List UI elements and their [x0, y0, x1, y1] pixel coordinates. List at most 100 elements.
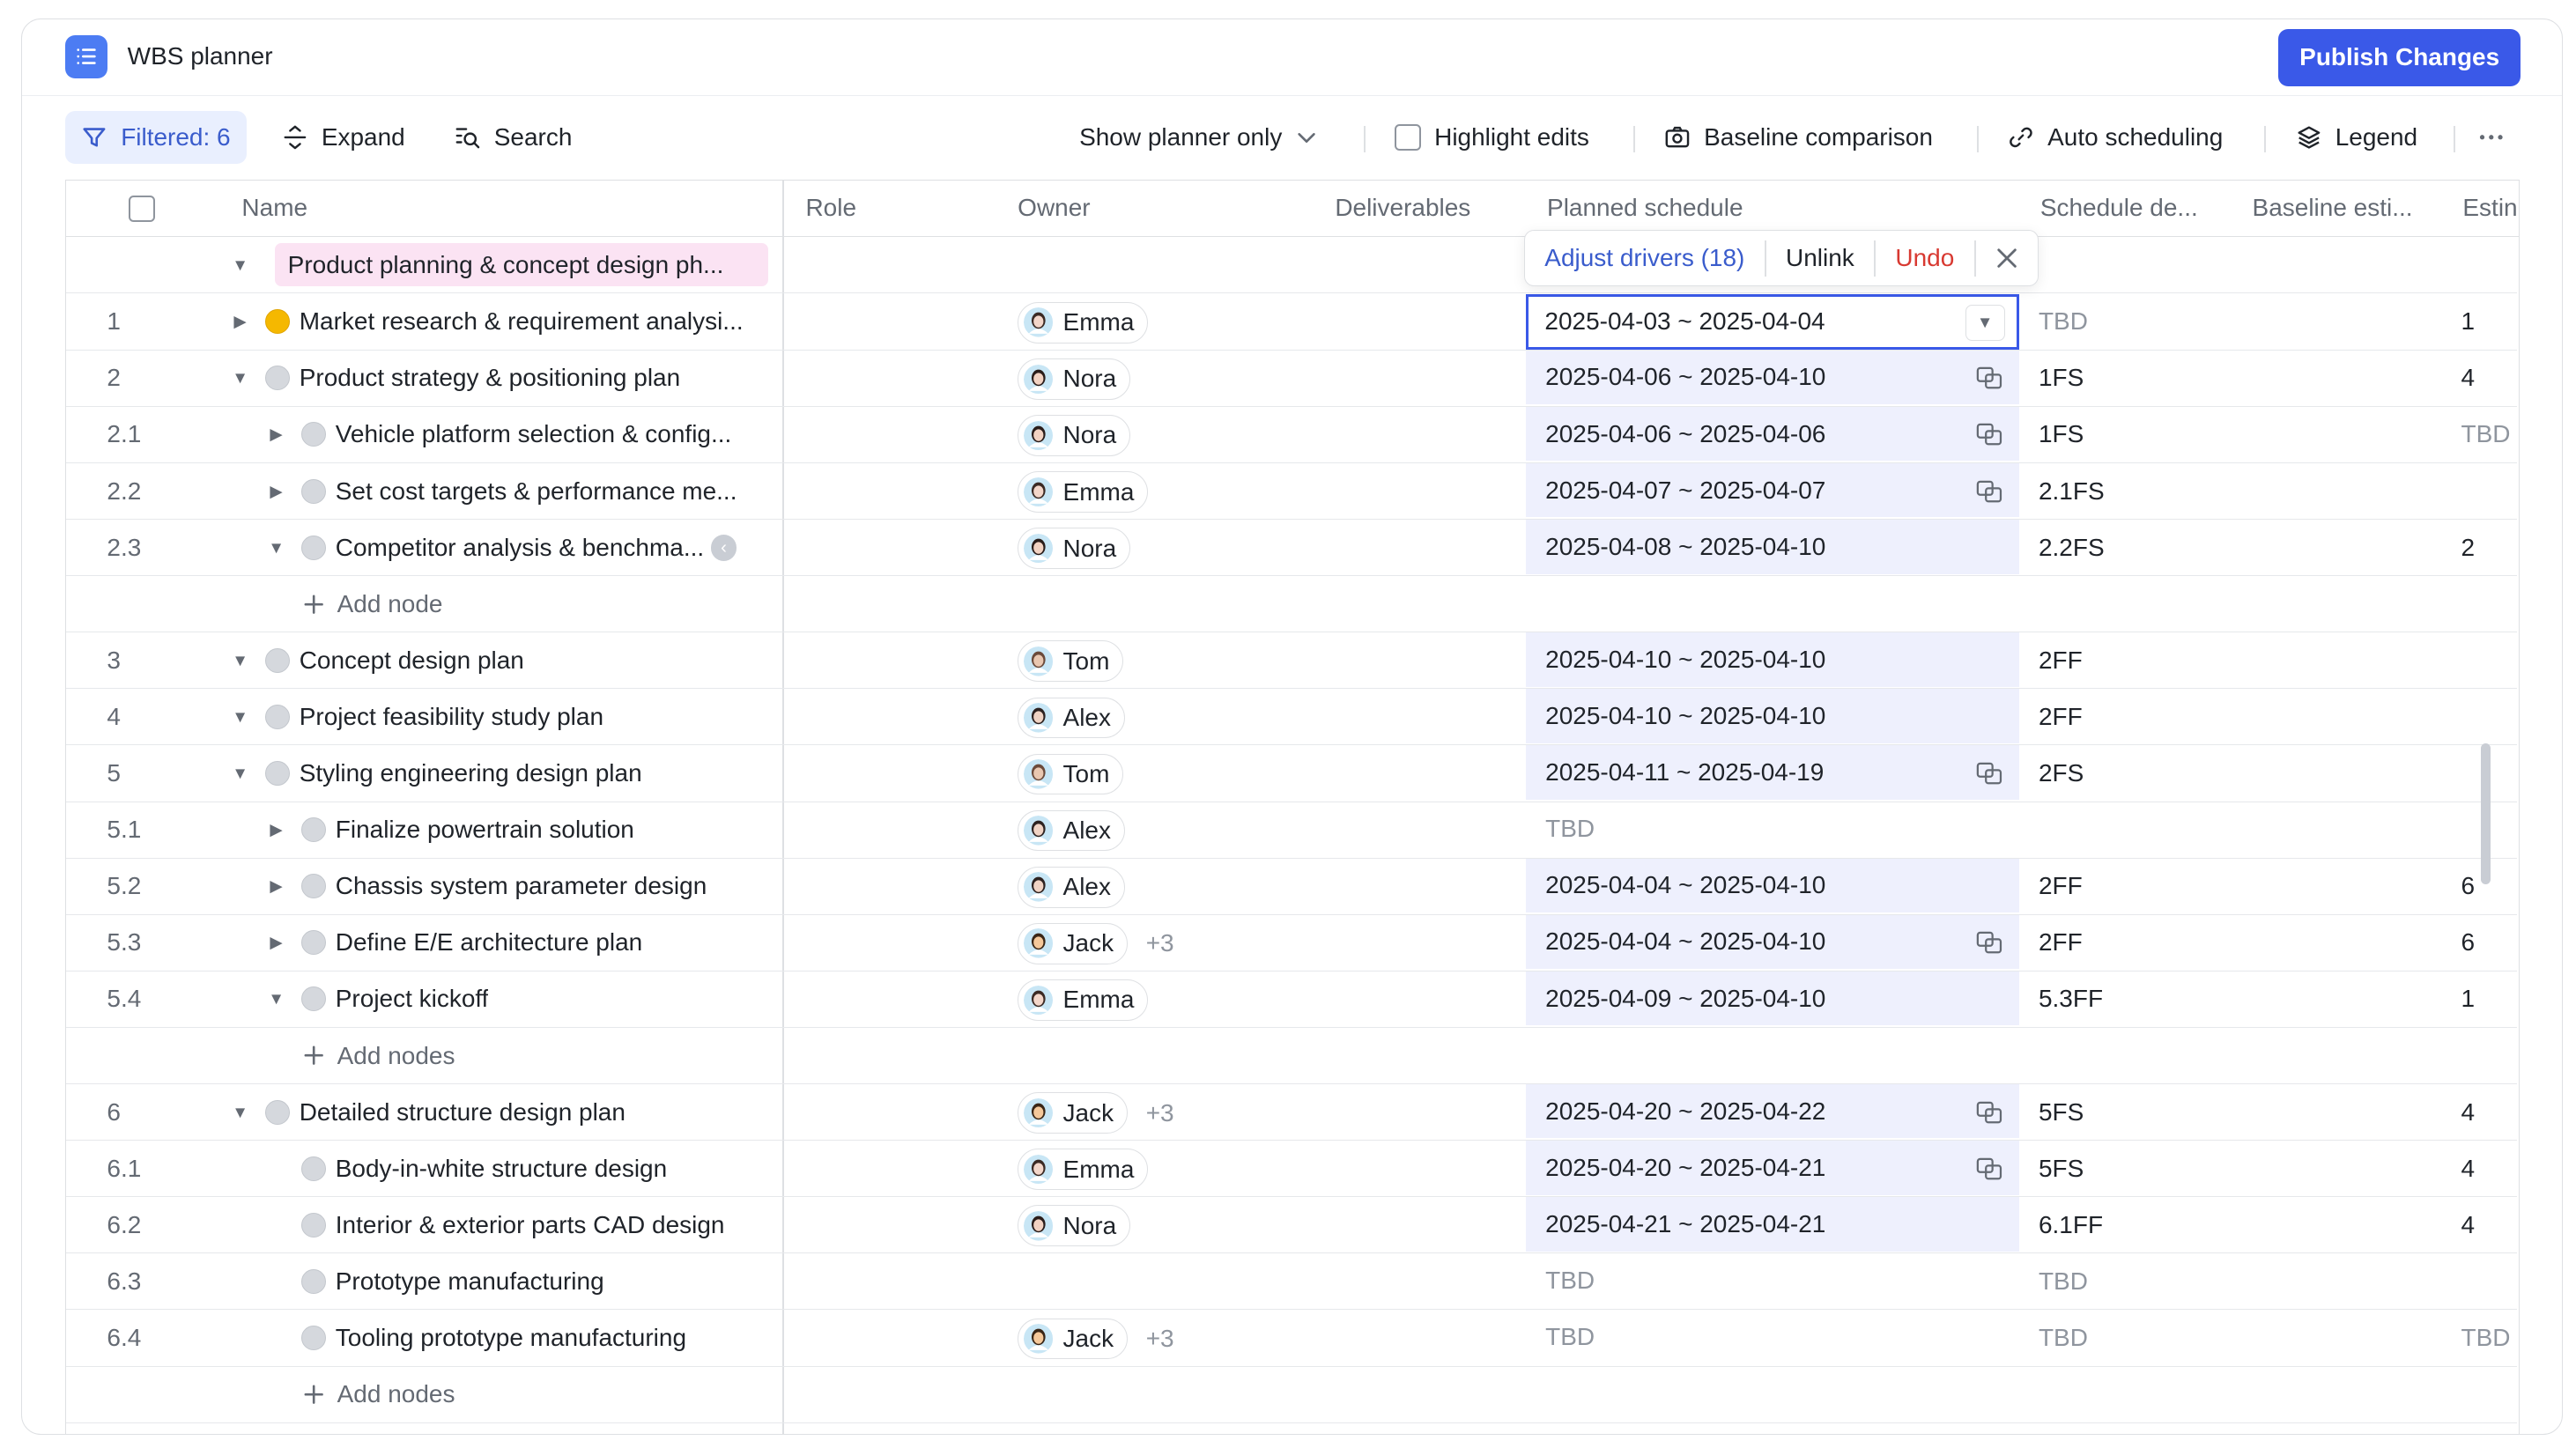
status-dot[interactable]: [300, 874, 326, 899]
column-header-estimate[interactable]: Estin: [2462, 194, 2517, 222]
estimate-value[interactable]: 6: [2461, 915, 2476, 971]
caret-down-icon[interactable]: ▼: [268, 989, 285, 1008]
schedule-dependency[interactable]: 5FS: [2039, 1141, 2084, 1196]
caret-down-icon[interactable]: ▼: [232, 764, 248, 782]
task-name-cell[interactable]: Tooling prototype manufacturing: [268, 1310, 773, 1365]
linked-schedule-icon[interactable]: [1976, 480, 2002, 503]
close-popover-button[interactable]: [1976, 240, 2039, 277]
schedule-dependency[interactable]: 2.2FS: [2039, 520, 2105, 575]
status-dot[interactable]: [300, 1156, 326, 1181]
status-dot[interactable]: [264, 366, 290, 391]
table-row[interactable]: 5 ▼ Styling engineering design plan Tom 2025…: [65, 745, 2517, 802]
planned-schedule-cell[interactable]: 2025-04-06 ~ 2025-04-10: [1525, 350, 2019, 405]
task-name-cell[interactable]: ▼ Detailed structure design plan: [232, 1084, 773, 1140]
column-header-role[interactable]: Role: [805, 194, 856, 222]
caret-down-icon[interactable]: ▼: [1965, 304, 2005, 341]
column-header-deliverables[interactable]: Deliverables: [1335, 194, 1470, 222]
caret-right-icon[interactable]: ▶: [232, 312, 248, 330]
table-row[interactable]: 1 ▶ Market research & requirement analysi.…: [65, 293, 2517, 351]
estimate-value[interactable]: TBD: [2461, 1310, 2511, 1365]
status-dot[interactable]: [300, 986, 326, 1012]
schedule-dependency[interactable]: 2FF: [2039, 632, 2083, 688]
planned-schedule-cell[interactable]: 2025-04-07 ~ 2025-04-07: [1525, 462, 2019, 518]
planned-schedule-cell[interactable]: 2025-04-08 ~ 2025-04-10: [1525, 519, 2019, 574]
estimate-value[interactable]: 1: [2461, 294, 2476, 350]
schedule-dependency[interactable]: 1FS: [2039, 407, 2084, 462]
add-node-button[interactable]: Add nodes: [304, 1028, 455, 1083]
column-header-name[interactable]: Name: [241, 194, 307, 222]
more-options-button[interactable]: [2476, 111, 2506, 164]
planned-schedule-cell-active[interactable]: 2025-04-03 ~ 2025-04-04 ▼: [1525, 293, 2019, 350]
owner-pill[interactable]: Jack: [1018, 1318, 1128, 1360]
table-row[interactable]: 6.3 Prototype manufacturing TBD TBD: [65, 1253, 2517, 1311]
caret-right-icon[interactable]: ▶: [268, 482, 285, 500]
planned-schedule-cell[interactable]: 2025-04-10 ~ 2025-04-10: [1525, 632, 2019, 687]
table-row[interactable]: 5.4 ▼ Project kickoff Emma 2025-04-09 ~ 2025…: [65, 971, 2517, 1028]
owner-pill[interactable]: Tom: [1018, 640, 1124, 683]
column-header-owner[interactable]: Owner: [1018, 194, 1090, 222]
table-row[interactable]: 2.1 ▶ Vehicle platform selection & config.…: [65, 406, 2517, 463]
estimate-value[interactable]: 6: [2461, 859, 2476, 914]
caret-right-icon[interactable]: ▶: [268, 933, 285, 951]
owner-pill[interactable]: Alex: [1018, 809, 1125, 852]
status-dot[interactable]: [300, 535, 326, 560]
collapse-toggle[interactable]: ▼: [232, 237, 264, 292]
task-name-cell[interactable]: ▼ Styling engineering design plan: [232, 745, 773, 801]
planned-schedule-cell[interactable]: TBD: [1526, 1310, 2019, 1364]
table-row[interactable]: 6.1 Body-in-white structure design Emma 202…: [65, 1141, 2517, 1198]
status-dot[interactable]: [300, 1326, 326, 1351]
undo-button[interactable]: Undo: [1876, 240, 1974, 277]
owner-pill[interactable]: Alex: [1018, 866, 1125, 908]
task-name-cell[interactable]: ▼ Product strategy & positioning plan: [232, 351, 773, 406]
task-name-cell[interactable]: ▶ Set cost targets & performance me...: [268, 463, 773, 519]
owner-pill[interactable]: Nora: [1018, 1205, 1131, 1247]
schedule-dependency[interactable]: TBD: [2039, 294, 2088, 350]
add-node-button[interactable]: Add node: [304, 576, 442, 632]
expand-button[interactable]: Expand: [282, 111, 405, 164]
task-name-cell[interactable]: ▶ Market research & requirement analysi..…: [232, 294, 773, 350]
planned-schedule-cell[interactable]: 2025-04-21 ~ 2025-04-21: [1525, 1197, 2019, 1252]
caret-down-icon[interactable]: ▼: [232, 368, 248, 387]
estimate-value[interactable]: 4: [2461, 1084, 2476, 1140]
select-all-checkbox[interactable]: [128, 196, 155, 222]
status-dot[interactable]: [264, 309, 290, 335]
linked-schedule-icon[interactable]: [1976, 762, 2002, 785]
table-row[interactable]: 6.2 Interior & exterior parts CAD design N…: [65, 1197, 2517, 1254]
caret-right-icon[interactable]: ▶: [268, 820, 285, 839]
status-dot[interactable]: [264, 704, 290, 729]
schedule-dependency[interactable]: 6.1FF: [2039, 1197, 2103, 1252]
owner-pill[interactable]: Alex: [1018, 697, 1125, 739]
caret-down-icon[interactable]: ▼: [232, 707, 248, 726]
estimate-value[interactable]: 4: [2461, 1197, 2476, 1252]
schedule-dependency[interactable]: 2FF: [2039, 859, 2083, 914]
task-name-cell[interactable]: ▼ Project feasibility study plan: [232, 689, 773, 744]
status-dot[interactable]: [300, 478, 326, 504]
planned-schedule-cell[interactable]: 2025-04-20 ~ 2025-04-22: [1525, 1083, 2019, 1139]
status-dot[interactable]: [300, 930, 326, 956]
task-name-cell[interactable]: Prototype manufacturing: [268, 1253, 773, 1309]
owner-pill[interactable]: Tom: [1018, 753, 1124, 795]
search-button[interactable]: Search: [455, 111, 572, 164]
table-row[interactable]: 5.1 ▶ Finalize powertrain solution Alex TBD: [65, 802, 2517, 859]
schedule-dependency[interactable]: 5.3FF: [2039, 971, 2103, 1027]
extra-owners-count[interactable]: +3: [1146, 1092, 1174, 1134]
estimate-value[interactable]: 1: [2461, 971, 2476, 1027]
extra-owners-count[interactable]: +3: [1146, 923, 1174, 964]
column-header-schedule-deps[interactable]: Schedule de...: [2040, 194, 2198, 222]
status-dot[interactable]: [300, 817, 326, 843]
owner-pill[interactable]: Nora: [1018, 358, 1131, 400]
linked-schedule-icon[interactable]: [1976, 423, 2002, 446]
owner-pill[interactable]: Jack: [1018, 922, 1128, 964]
owner-pill[interactable]: Emma: [1018, 301, 1149, 344]
table-row[interactable]: 6.4 Tooling prototype manufacturing Jack +3…: [65, 1310, 2517, 1367]
planned-schedule-cell[interactable]: 2025-04-09 ~ 2025-04-10: [1525, 971, 2019, 1026]
add-node-button[interactable]: Add nodes: [304, 1366, 455, 1422]
caret-down-icon[interactable]: ▼: [268, 538, 285, 557]
schedule-dependency[interactable]: 2FF: [2039, 689, 2083, 744]
task-name-cell[interactable]: ▶ Define E/E architecture plan: [268, 915, 773, 971]
vertical-scrollbar[interactable]: [2480, 742, 2491, 885]
owner-pill[interactable]: Emma: [1018, 471, 1149, 513]
planned-schedule-cell[interactable]: 2025-04-04 ~ 2025-04-10: [1525, 914, 2019, 970]
task-name-cell[interactable]: ▼ Competitor analysis & benchma... ‹: [268, 520, 773, 575]
status-dot[interactable]: [300, 1268, 326, 1294]
